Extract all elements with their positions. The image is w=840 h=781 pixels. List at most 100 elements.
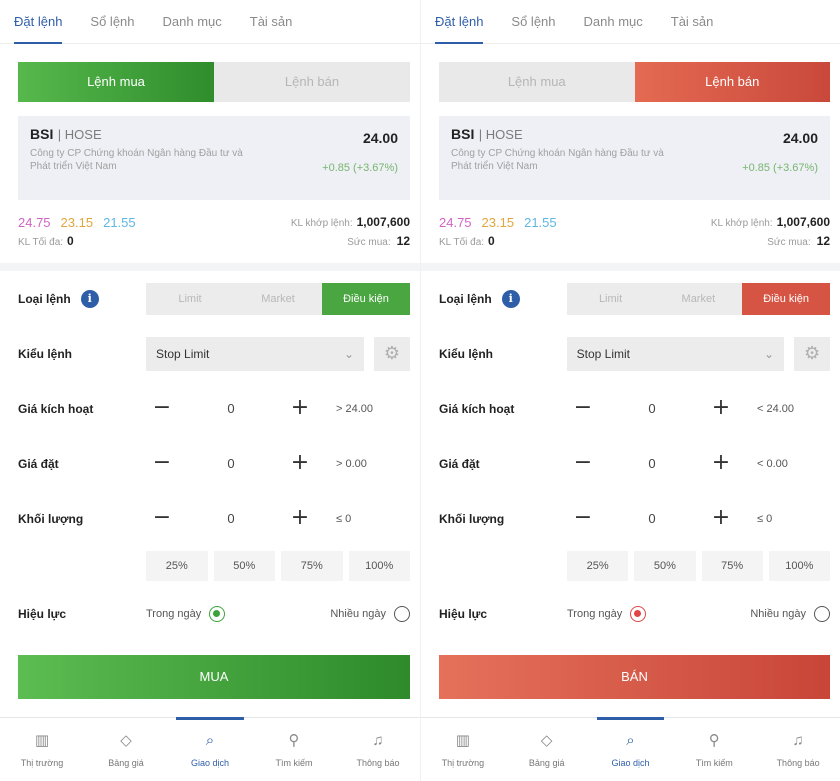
percent-50-button[interactable]: 50% <box>634 551 696 581</box>
order-type-limit[interactable]: Limit <box>567 283 655 315</box>
submit-buy-button[interactable]: MUA <box>18 655 410 699</box>
order-type-market[interactable]: Market <box>654 283 742 315</box>
stock-exchange: | HOSE <box>478 127 523 142</box>
nav-market[interactable]: ▥ Thị trường <box>0 718 84 781</box>
ceiling-price[interactable]: 24.75 <box>439 215 472 230</box>
max-volume: KL Tối đa: 0 <box>439 234 495 248</box>
price-input[interactable]: 0 <box>599 456 705 471</box>
stock-price: 24.00 <box>782 130 818 146</box>
trade-icon: ⌕ <box>626 732 635 749</box>
plus-icon[interactable]: + <box>705 503 737 535</box>
trigger-price-input[interactable]: 0 <box>178 401 284 416</box>
quote-row-2: KL Tối đa: 0 Sức mua: 12 <box>439 233 830 249</box>
order-kind-select[interactable]: Stop Limit ⌄ <box>146 336 364 371</box>
trigger-price-condition: > 24.00 <box>336 402 374 415</box>
buy-order-button[interactable]: Lệnh mua <box>18 62 214 102</box>
percent-25-button[interactable]: 25% <box>146 551 208 581</box>
order-type-market[interactable]: Market <box>234 283 322 315</box>
minus-icon[interactable]: − <box>567 393 599 425</box>
info-icon[interactable]: i <box>80 289 99 308</box>
trigger-price-stepper: − 0 + <box>567 393 737 425</box>
price-label: Giá đặt <box>18 456 59 471</box>
floor-price[interactable]: 21.55 <box>524 215 557 230</box>
radio-unchecked[interactable] <box>394 605 410 622</box>
order-type-conditional[interactable]: Điều kiện <box>322 282 410 315</box>
buy-order-button[interactable]: Lệnh mua <box>439 62 635 102</box>
sell-order-button[interactable]: Lệnh bán <box>634 62 830 102</box>
price-stepper: − 0 + <box>567 448 737 480</box>
plus-icon[interactable]: + <box>705 448 737 480</box>
percent-25-button[interactable]: 25% <box>567 551 629 581</box>
nav-notifications[interactable]: ♫ Thông báo <box>336 718 420 781</box>
volume-input[interactable]: 0 <box>178 511 284 526</box>
submit-sell-button[interactable]: BÁN <box>439 655 830 699</box>
stock-card[interactable]: BSI | HOSE Công ty CP Chứng khoán Ngân h… <box>18 116 410 200</box>
trigger-price-row: Giá kích hoạt − 0 + < 24.00 <box>439 381 830 436</box>
tab-order-book[interactable]: Sổ lệnh <box>90 0 134 44</box>
minus-icon[interactable]: − <box>567 448 599 480</box>
stock-symbol: BSI <box>30 126 54 142</box>
plus-icon[interactable]: + <box>284 448 316 480</box>
reference-price[interactable]: 23.15 <box>61 215 94 230</box>
radio-checked[interactable] <box>209 605 226 622</box>
nav-trade[interactable]: ⌕ Giao dịch <box>589 717 673 781</box>
percent-row: 25% 50% 75% 100% <box>146 546 410 586</box>
floor-price[interactable]: 21.55 <box>103 215 136 230</box>
stock-price: 24.00 <box>362 130 398 146</box>
percent-100-button[interactable]: 100% <box>768 551 830 581</box>
tab-place-order[interactable]: Đặt lệnh <box>14 0 63 44</box>
price-input[interactable]: 0 <box>178 456 284 471</box>
percent-100-button[interactable]: 100% <box>348 551 410 581</box>
gear-icon[interactable]: ⚙ <box>374 336 410 371</box>
nav-trade[interactable]: ⌕ Giao dịch <box>168 717 252 781</box>
order-type-label: Loại lệnh i <box>439 289 567 308</box>
minus-icon[interactable]: − <box>146 448 178 480</box>
radio-checked[interactable] <box>630 605 647 622</box>
price-condition: > 0.00 <box>336 457 367 470</box>
percent-75-button[interactable]: 75% <box>281 551 343 581</box>
plus-icon[interactable]: + <box>284 503 316 535</box>
percent-75-button[interactable]: 75% <box>701 551 763 581</box>
gear-icon[interactable]: ⚙ <box>794 336 830 371</box>
bell-icon: ♫ <box>792 732 804 749</box>
trigger-price-input[interactable]: 0 <box>599 401 705 416</box>
minus-icon[interactable]: − <box>146 503 178 535</box>
reference-price[interactable]: 23.15 <box>482 215 515 230</box>
plus-icon[interactable]: + <box>705 393 737 425</box>
validity-multi-option[interactable]: Nhiều ngày <box>750 605 830 622</box>
volume-input[interactable]: 0 <box>599 511 705 526</box>
validity-day-option[interactable]: Trong ngày <box>146 605 226 622</box>
tab-portfolio[interactable]: Danh mục <box>163 0 222 44</box>
nav-market[interactable]: ▥ Thị trường <box>421 718 505 781</box>
divider <box>0 263 420 271</box>
info-icon[interactable]: i <box>501 289 520 308</box>
volume-row: Khối lượng − 0 + ≤ 0 <box>439 491 830 546</box>
validity-multi-option[interactable]: Nhiều ngày <box>330 605 410 622</box>
stock-card[interactable]: BSI | HOSE Công ty CP Chứng khoán Ngân h… <box>439 116 830 200</box>
buying-power: Sức mua: 12 <box>347 234 410 248</box>
tab-assets[interactable]: Tài sản <box>671 0 714 44</box>
plus-icon[interactable]: + <box>284 393 316 425</box>
minus-icon[interactable]: − <box>146 393 178 425</box>
validity-day-option[interactable]: Trong ngày <box>567 605 647 622</box>
stock-name: Công ty CP Chứng khoán Ngân hàng Đầu tư … <box>451 148 664 172</box>
order-type-limit[interactable]: Limit <box>146 283 234 315</box>
order-kind-select[interactable]: Stop Limit ⌄ <box>566 336 785 371</box>
order-type-row: Loại lệnh i Limit Market Điều kiện <box>18 271 410 326</box>
nav-price-board[interactable]: ◇ Bảng giá <box>505 718 589 781</box>
tab-assets[interactable]: Tài sản <box>250 0 293 44</box>
minus-icon[interactable]: − <box>567 503 599 535</box>
nav-price-board[interactable]: ◇ Bảng giá <box>84 718 168 781</box>
tab-portfolio[interactable]: Danh mục <box>584 0 643 44</box>
nav-search[interactable]: ⚲ Tìm kiếm <box>252 718 336 781</box>
chart-icon: ▥ <box>34 732 50 749</box>
tab-place-order[interactable]: Đặt lệnh <box>435 0 484 44</box>
ceiling-price[interactable]: 24.75 <box>18 215 51 230</box>
percent-50-button[interactable]: 50% <box>213 551 275 581</box>
order-type-conditional[interactable]: Điều kiện <box>742 282 831 315</box>
nav-search[interactable]: ⚲ Tìm kiếm <box>672 718 756 781</box>
sell-order-button[interactable]: Lệnh bán <box>214 62 410 102</box>
nav-notifications[interactable]: ♫ Thông báo <box>756 718 840 781</box>
tab-order-book[interactable]: Sổ lệnh <box>511 0 555 44</box>
radio-unchecked[interactable] <box>814 605 830 622</box>
